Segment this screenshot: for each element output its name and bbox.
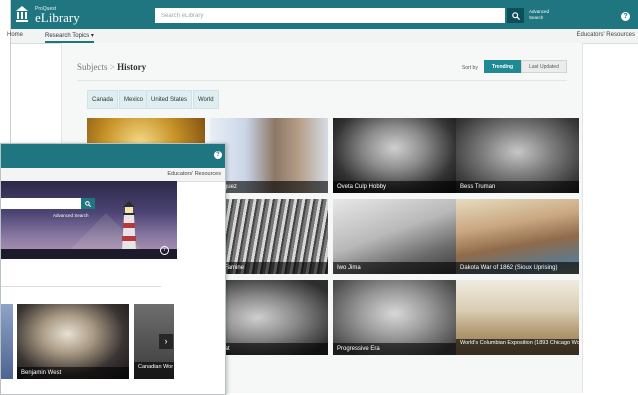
nav-research-topics-label: Research Topics	[45, 33, 90, 39]
topic-tile[interactable]: Bess Truman	[456, 118, 579, 193]
sort-trending-button[interactable]: Trending	[484, 60, 521, 73]
topic-tile[interactable]: Iwo Jima	[333, 199, 456, 274]
tile-caption: Dakota War of 1862 (Sioux Uprising)	[456, 262, 579, 274]
search-icon	[511, 11, 520, 20]
search-button[interactable]	[507, 8, 524, 23]
advanced-search-link[interactable]: Advanced Search	[53, 213, 89, 218]
divider	[77, 80, 567, 81]
filter-chip-united-states[interactable]: United States	[146, 90, 193, 109]
tile-caption: Progressive Era	[333, 343, 456, 355]
tile-caption: Sadat	[210, 343, 328, 355]
search-button[interactable]	[81, 198, 95, 209]
header-bar: ?	[1, 144, 225, 168]
topic-tile[interactable]: Sadat	[210, 280, 328, 355]
tile-caption: Vazquez	[210, 181, 328, 193]
topic-tile[interactable]: Benjamin West	[17, 304, 129, 379]
search-input[interactable]	[1, 198, 81, 209]
tile-caption: Benjamin West	[17, 367, 129, 379]
topic-tile[interactable]: Dakota War of 1862 (Sioux Uprising)	[456, 199, 579, 274]
info-icon[interactable]: i	[160, 246, 169, 255]
tile-caption: ato Famine	[210, 262, 328, 274]
topic-tile[interactable]: ato Famine	[210, 199, 328, 274]
search-icon	[85, 200, 91, 207]
tile-caption: World's Columbian Exposition (1893 Chica…	[456, 339, 579, 355]
tile-caption: Canadian Wor Wars	[134, 362, 174, 379]
tile-caption: Oveta Culp Hobby	[333, 181, 456, 193]
breadcrumb: Subjects > History	[77, 62, 146, 72]
help-icon[interactable]: ?	[621, 12, 630, 21]
advanced-search-link[interactable]: Advanced Search	[529, 9, 553, 20]
topic-tile[interactable]	[1, 304, 13, 379]
breadcrumb-separator: >	[107, 62, 118, 72]
carousel-next-button[interactable]: ›	[159, 334, 173, 349]
breadcrumb-subjects[interactable]: Subjects	[77, 62, 108, 72]
filter-chip-world[interactable]: World	[193, 90, 219, 109]
filter-chip-canada[interactable]: Canada	[87, 90, 119, 109]
nav-educators-resources[interactable]: Educators' Resources	[167, 171, 221, 177]
page-title: History	[117, 62, 147, 72]
nav-home[interactable]: Home	[7, 32, 23, 38]
hero-banner: Advanced Search i	[1, 181, 177, 259]
nav-educators-resources[interactable]: Educators' Resources	[576, 32, 635, 38]
secondary-browser-window: ? Educators' Resources Advanced Search i…	[0, 143, 226, 395]
chevron-down-icon: ▾	[90, 33, 94, 39]
help-icon[interactable]: ?	[214, 151, 222, 159]
topic-tile[interactable]: Progressive Era	[333, 280, 456, 355]
topic-tile[interactable]: Oveta Culp Hobby	[333, 118, 456, 193]
sort-label: Sort by	[462, 65, 478, 71]
divider	[1, 286, 161, 287]
tile-caption: Iwo Jima	[333, 262, 456, 274]
library-building-icon	[16, 6, 28, 22]
lighthouse-illustration	[1, 201, 177, 259]
header-bar: ProQuest eLibrary Advanced Search ?	[11, 0, 638, 29]
filter-chip-mexico[interactable]: Mexico	[119, 90, 149, 109]
sort-last-updated-button[interactable]: Last Updated	[521, 60, 567, 73]
search-input[interactable]	[155, 8, 505, 23]
tile-caption: Bess Truman	[456, 181, 579, 193]
topic-tile[interactable]: Vazquez	[210, 118, 328, 193]
nav-research-topics[interactable]: Research Topics ▾	[45, 32, 94, 43]
brand-logo[interactable]: eLibrary	[35, 11, 80, 25]
nav-bar: Educators' Resources	[1, 168, 225, 182]
topic-tile[interactable]: World's Columbian Exposition (1893 Chica…	[456, 280, 579, 355]
nav-bar: Home Research Topics ▾ Educators' Resour…	[7, 29, 638, 44]
